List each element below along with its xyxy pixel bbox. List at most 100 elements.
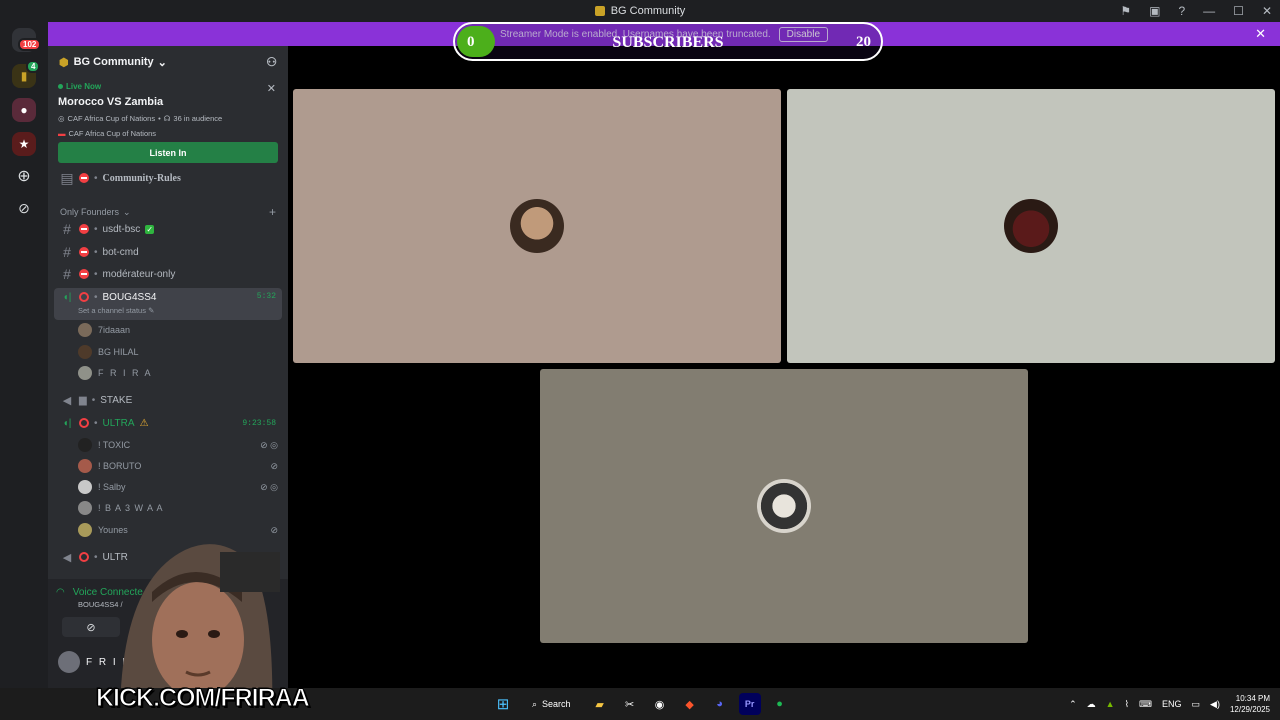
avatar <box>78 366 92 380</box>
server-icon-3[interactable]: ★ <box>12 132 36 156</box>
avatar <box>78 501 92 515</box>
explore-icon[interactable]: ⊘ <box>12 196 36 220</box>
file-explorer-icon[interactable]: ▰ <box>589 693 611 715</box>
window-title: BG Community <box>594 5 686 17</box>
channel-label: STAKE <box>100 394 133 406</box>
channel-label: BOUG4SS4 <box>102 292 157 303</box>
avatar <box>78 523 92 537</box>
muted-icon: ⊘ <box>270 460 278 471</box>
screen-share-icon[interactable]: ▣ <box>1149 4 1160 18</box>
tray-overflow-icon[interactable]: ⌃ <box>1069 699 1077 710</box>
server-header[interactable]: ⬢ BG Community ⌄ ⚇ <box>48 46 288 78</box>
voice-user[interactable]: ! B A 3 W A A <box>78 498 278 518</box>
no-entry-icon <box>79 552 89 562</box>
flag-icon[interactable]: ⚑ <box>1120 4 1131 18</box>
video-tile[interactable] <box>787 89 1275 363</box>
add-server-icon[interactable]: ⊕ <box>12 164 36 188</box>
avatar <box>78 459 92 473</box>
server-icon-2[interactable]: ● <box>12 98 36 122</box>
create-channel-icon[interactable]: + <box>269 205 276 219</box>
listen-in-button[interactable]: Listen In <box>58 142 278 163</box>
speaker-icon: ◀ <box>62 551 72 564</box>
help-icon[interactable]: ? <box>1178 4 1185 18</box>
subscriber-goal-target: 20 <box>856 34 871 50</box>
channel-usdt-bsc[interactable]: # • usdt-bsc ✓ <box>54 219 282 239</box>
server-name: BG Community <box>73 56 154 68</box>
video-tile[interactable] <box>293 89 781 363</box>
check-emoji-icon: ✓ <box>145 224 155 234</box>
live-card-close-icon[interactable]: ✕ <box>267 82 276 95</box>
windows-start-icon[interactable]: ⊞ <box>492 693 514 715</box>
banner-close-icon[interactable]: ✕ <box>1255 26 1266 42</box>
onedrive-icon[interactable]: ☁ <box>1087 699 1096 710</box>
voice-channel-ultra[interactable]: ◖| • ULTRA ⚠ 9:23:58 <box>54 413 282 433</box>
close-window-icon[interactable]: ✕ <box>1262 4 1272 18</box>
keyboard-icon[interactable]: ⌨ <box>1139 699 1152 710</box>
rules-icon: ▤ <box>60 169 74 186</box>
avatar <box>78 345 92 359</box>
microphone-icon[interactable]: ⌇ <box>1125 699 1129 710</box>
participant-avatar <box>757 479 811 533</box>
search-icon: ⌕ <box>532 698 538 709</box>
dice-icon: ▆ <box>79 394 87 406</box>
invite-people-icon[interactable]: ⚇ <box>266 55 277 69</box>
no-entry-icon <box>79 418 89 428</box>
premiere-pro-icon[interactable]: Pr <box>738 693 761 715</box>
spotify-icon[interactable]: ● <box>769 693 791 715</box>
clock[interactable]: 10:34 PM 12/29/2025 <box>1230 693 1270 715</box>
volume-icon[interactable]: ◀) <box>1210 699 1220 710</box>
voice-user[interactable]: BG HILAL <box>78 342 278 362</box>
channel-status[interactable]: Set a channel status ✎ <box>78 306 154 315</box>
voice-user[interactable]: ! BORUTO ⊘ <box>78 456 278 476</box>
clock-date: 12/29/2025 <box>1229 705 1270 714</box>
server-mini-icon <box>594 6 605 16</box>
voice-timer: 9:23:58 <box>242 418 276 428</box>
avatar <box>78 438 92 452</box>
avatar <box>58 651 80 673</box>
hash-icon: # <box>63 221 71 237</box>
search-label: Search <box>542 699 571 709</box>
participant-avatar <box>1004 199 1058 253</box>
channel-label: ULTRA <box>102 417 135 429</box>
voice-channel-stake[interactable]: ◀ ▆ • STAKE <box>54 390 282 410</box>
minimize-icon[interactable]: — <box>1203 4 1215 18</box>
no-entry-icon <box>79 292 89 302</box>
channel-label: Community-Rules <box>102 172 181 184</box>
language-indicator[interactable]: ENG <box>1162 699 1182 709</box>
live-stage-card: ✕ Live Now Morocco VS Zambia ◎ CAF Afric… <box>48 78 288 169</box>
no-entry-icon <box>79 224 89 234</box>
voice-channel-boug4ss4[interactable]: ◖| • BOUG4SS4 5:32 <box>54 288 282 320</box>
stage-meta-text: CAF Africa Cup of Nations <box>67 114 156 123</box>
channel-bot-cmd[interactable]: # • bot-cmd <box>54 242 282 262</box>
voice-user[interactable]: ! Salby ⊘ ◎ <box>78 477 278 497</box>
channel-moderateur-only[interactable]: # • modérateur-only <box>54 264 282 284</box>
hash-icon: # <box>63 244 71 260</box>
voice-user[interactable]: ! TOXIC ⊘ ◎ <box>78 435 278 455</box>
steam-icon[interactable]: ◉ <box>649 693 671 715</box>
category-only-founders[interactable]: Only Founders ⌄ + <box>60 205 276 219</box>
snipping-tool-icon[interactable]: ✂ <box>619 693 641 715</box>
video-tile[interactable] <box>540 369 1028 643</box>
taskbar-search[interactable]: ⌕ Search <box>522 693 581 715</box>
no-entry-icon <box>79 247 89 257</box>
voice-user[interactable]: 7idaaan <box>78 320 278 340</box>
subscriber-goal-label: SUBSCRIBERS <box>612 34 724 51</box>
brave-browser-icon[interactable]: ◆ <box>679 693 701 715</box>
discord-taskbar-icon[interactable]: ◕ <box>709 693 731 715</box>
deafened-muted-icons: ⊘ ◎ <box>260 481 278 492</box>
channel-community-rules[interactable]: ▤ • Community-Rules <box>54 169 282 186</box>
server-rail: ◕ 102 ▮ 4 ● ★ ⊕ ⊘ <box>0 22 48 688</box>
avatar <box>78 323 92 337</box>
maximize-icon[interactable]: ☐ <box>1233 4 1244 18</box>
nvidia-icon[interactable]: ▲ <box>1106 699 1115 709</box>
chevron-down-icon: ⌄ <box>123 206 131 217</box>
taskbar-apps: ⊞ ⌕ Search ▰ ✂ ◉ ◆ ◕ Pr ● <box>492 692 791 716</box>
kick-channel-overlay: KICK.COM/FRIRAA <box>96 684 311 713</box>
voice-user[interactable]: F R I R A <box>78 363 278 383</box>
channel-label: modérateur-only <box>102 268 176 280</box>
chevron-down-icon: ⌄ <box>157 56 167 69</box>
window-title-text: BG Community <box>610 5 686 17</box>
window-titlebar: BG Community ⚑ ▣ ? — ☐ ✕ <box>0 0 1280 22</box>
network-icon[interactable]: ▭ <box>1192 699 1201 710</box>
stage-host-text: CAF Africa Cup of Nations <box>68 129 157 138</box>
